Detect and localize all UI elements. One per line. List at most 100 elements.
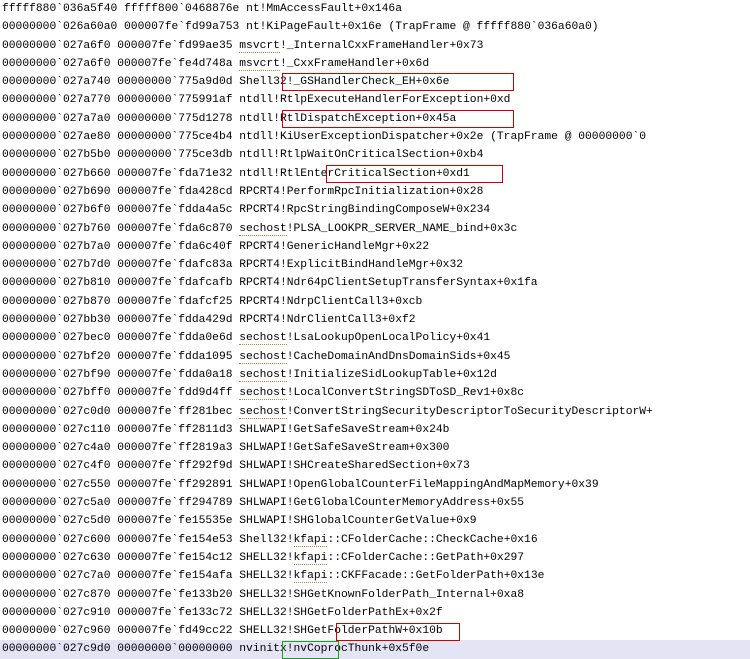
module: SHELL32 bbox=[239, 570, 286, 582]
child-sp: 00000000`027b7d0 bbox=[2, 259, 117, 271]
symbol: !GetSafeSaveStream+0x24b bbox=[287, 424, 450, 436]
ret-addr: 00000000`775d1278 bbox=[117, 113, 239, 125]
ret-addr: 000007fe`fdd9d4ff bbox=[117, 387, 239, 399]
module: SHELL32 bbox=[239, 552, 286, 564]
symbol: !MmAccessFault+0x146a bbox=[260, 3, 402, 15]
symbol: !RpcStringBindingComposeW+0x234 bbox=[280, 204, 490, 216]
child-sp: 00000000`027b870 bbox=[2, 296, 117, 308]
stack-row: 00000000`027c910 000007fe`fe133c72 SHELL… bbox=[0, 604, 750, 622]
stack-row: 00000000`027b760 000007fe`fda6c870 secho… bbox=[0, 220, 750, 238]
module: RPCRT4 bbox=[239, 259, 280, 271]
stack-row: 00000000`027b690 000007fe`fda428cd RPCRT… bbox=[0, 183, 750, 201]
stack-row: 00000000`027c550 000007fe`ff292891 SHLWA… bbox=[0, 476, 750, 494]
module: RPCRT4 bbox=[239, 277, 280, 289]
module: sechost bbox=[239, 332, 286, 345]
symbol: ::CFolderCache::GetPath+0x297 bbox=[327, 552, 524, 564]
ret-addr: 000007fe`fe15535e bbox=[117, 515, 239, 527]
ret-addr: 000007fe`fd99a753 bbox=[124, 21, 246, 33]
module: nvinitx bbox=[239, 643, 286, 655]
child-sp: 00000000`027c5a0 bbox=[2, 497, 117, 509]
stack-row: 00000000`027a740 00000000`775a9d0d Shell… bbox=[0, 73, 750, 91]
child-sp: 00000000`027b7a0 bbox=[2, 241, 117, 253]
module: SHLWAPI bbox=[239, 460, 286, 472]
module: SHELL32 bbox=[239, 607, 286, 619]
child-sp: 00000000`027c870 bbox=[2, 589, 117, 601]
namespace: kfapi bbox=[294, 570, 328, 583]
symbol: !RtlEnterCriticalSection+0xd1 bbox=[273, 168, 470, 180]
child-sp: 00000000`027bf20 bbox=[2, 351, 117, 363]
child-sp: 00000000`027c7a0 bbox=[2, 570, 117, 582]
child-sp: 00000000`027bff0 bbox=[2, 387, 117, 399]
module: ntdll bbox=[239, 149, 273, 161]
child-sp: 00000000`027c4f0 bbox=[2, 460, 117, 472]
stack-row: 00000000`027b660 000007fe`fda71e32 ntdll… bbox=[0, 165, 750, 183]
symbol: !LsaLookupOpenLocalPolicy+0x41 bbox=[287, 332, 490, 344]
symbol: !SHGlobalCounterGetValue+0x9 bbox=[287, 515, 477, 527]
stack-row: 00000000`026a60a0 000007fe`fd99a753 nt!K… bbox=[0, 18, 750, 36]
module: sechost bbox=[239, 369, 286, 382]
stack-row: 00000000`027bb30 000007fe`fdda429d RPCRT… bbox=[0, 311, 750, 329]
child-sp: 00000000`027c5d0 bbox=[2, 515, 117, 527]
stack-row: 00000000`027a6f0 000007fe`fd99ae35 msvcr… bbox=[0, 37, 750, 55]
symbol: !RtlpExecuteHandlerForException+0xd bbox=[273, 94, 510, 106]
ret-addr: 000007fe`fe154e53 bbox=[117, 534, 239, 546]
child-sp: 00000000`027a770 bbox=[2, 94, 117, 106]
module: nt bbox=[246, 3, 260, 15]
child-sp: 00000000`027ae80 bbox=[2, 131, 117, 143]
module: RPCRT4 bbox=[239, 314, 280, 326]
symbol: !InitializeSidLookupTable+0x12d bbox=[287, 369, 497, 381]
ret-addr: 000007fe`fdafcf25 bbox=[117, 296, 239, 308]
ret-addr: 000007fe`ff2811d3 bbox=[117, 424, 239, 436]
namespace: kfapi bbox=[294, 534, 328, 547]
child-sp: 00000000`027b5b0 bbox=[2, 149, 117, 161]
ret-addr: 000007fe`fda71e32 bbox=[117, 168, 239, 180]
ret-addr: 000007fe`fdda429d bbox=[117, 314, 239, 326]
child-sp: 00000000`027c4a0 bbox=[2, 442, 117, 454]
module: msvcrt bbox=[239, 58, 280, 71]
symbol: !ExplicitBindHandleMgr+0x32 bbox=[280, 259, 463, 271]
child-sp: 00000000`027b690 bbox=[2, 186, 117, 198]
ret-addr: 000007fe`fe154c12 bbox=[117, 552, 239, 564]
module: SHLWAPI bbox=[239, 497, 286, 509]
child-sp: 00000000`027bf90 bbox=[2, 369, 117, 381]
child-sp: 00000000`027c0d0 bbox=[2, 406, 117, 418]
child-sp: 00000000`027c600 bbox=[2, 534, 117, 546]
child-sp: 00000000`027c630 bbox=[2, 552, 117, 564]
stack-row: 00000000`027a6f0 000007fe`fe4d748a msvcr… bbox=[0, 55, 750, 73]
symbol: !OpenGlobalCounterFileMappingAndMapMemor… bbox=[287, 479, 599, 491]
stack-row: 00000000`027b870 000007fe`fdafcf25 RPCRT… bbox=[0, 293, 750, 311]
ret-addr: 000007fe`fda428cd bbox=[117, 186, 239, 198]
stack-row: 00000000`027bec0 000007fe`fdda0e6d secho… bbox=[0, 329, 750, 347]
module: sechost bbox=[239, 387, 286, 400]
symbol: !RtlDispatchException+0x45a bbox=[273, 113, 456, 125]
symbol: !SHGetFolderPathEx+0x2f bbox=[287, 607, 443, 619]
ret-addr: 00000000`775991af bbox=[117, 94, 239, 106]
child-sp: 00000000`027b6f0 bbox=[2, 204, 117, 216]
module: Shell32 bbox=[239, 76, 286, 88]
stack-row: 00000000`027bf90 000007fe`fdda0a18 secho… bbox=[0, 366, 750, 384]
ret-addr: 000007fe`fdda1095 bbox=[117, 351, 239, 363]
module: ntdll bbox=[239, 131, 273, 143]
stack-row: 00000000`027b6f0 000007fe`fdda4a5c RPCRT… bbox=[0, 201, 750, 219]
symbol: !nvCoprocThunk+0x5f0e bbox=[287, 643, 429, 655]
module: Shell32 bbox=[239, 534, 286, 546]
child-sp: fffff880`036a5f40 bbox=[2, 3, 124, 15]
symbol: !_GSHandlerCheck_EH+0x6e bbox=[287, 76, 450, 88]
stack-row: 00000000`027c600 000007fe`fe154e53 Shell… bbox=[0, 531, 750, 549]
stack-row: 00000000`027ae80 00000000`775ce4b4 ntdll… bbox=[0, 128, 750, 146]
child-sp: 00000000`027b760 bbox=[2, 223, 117, 235]
stack-row: 00000000`027c630 000007fe`fe154c12 SHELL… bbox=[0, 549, 750, 567]
stack-row: 00000000`027c5a0 000007fe`ff294789 SHLWA… bbox=[0, 494, 750, 512]
child-sp: 00000000`027a6f0 bbox=[2, 58, 117, 70]
ret-addr: 000007fe`ff281bec bbox=[117, 406, 239, 418]
ret-addr: 000007fe`fdda4a5c bbox=[117, 204, 239, 216]
module: SHELL32 bbox=[239, 625, 286, 637]
symbol: !PLSA_LOOKPR_SERVER_NAME_bind+0x3c bbox=[287, 223, 518, 235]
child-sp: 00000000`027bec0 bbox=[2, 332, 117, 344]
ret-addr: 00000000`775ce4b4 bbox=[117, 131, 239, 143]
symbol: !SHGetKnownFolderPath_Internal+0xa8 bbox=[287, 589, 524, 601]
ret-addr: 000007fe`ff292891 bbox=[117, 479, 239, 491]
stack-row: 00000000`027b810 000007fe`fdafcafb RPCRT… bbox=[0, 274, 750, 292]
ret-addr: 000007fe`fe133b20 bbox=[117, 589, 239, 601]
symbol: ::CKFFacade::GetFolderPath+0x13e bbox=[327, 570, 544, 582]
